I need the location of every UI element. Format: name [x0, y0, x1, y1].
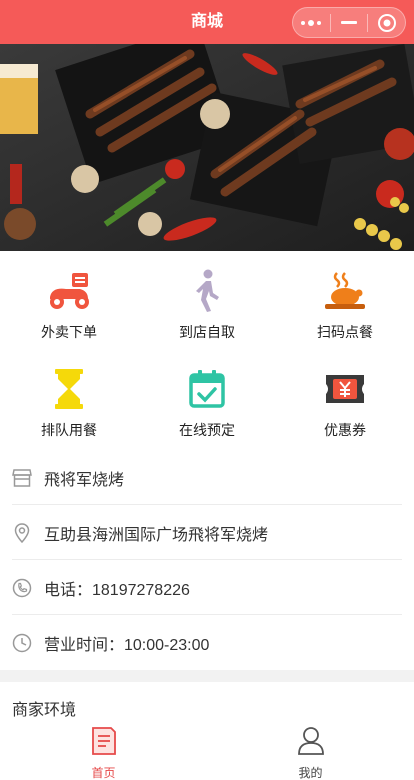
phone-icon: [12, 578, 32, 598]
service-scan-order[interactable]: 扫码点餐: [276, 251, 414, 349]
service-label: 排队用餐: [41, 422, 97, 438]
store-address-row[interactable]: 互助县海洲国际广场飛将军烧烤: [0, 505, 414, 560]
hourglass-icon: [45, 365, 93, 413]
store-hours-row: 营业时间：10:00-23:00: [0, 615, 414, 670]
store-name: 飛将军烧烤: [44, 471, 125, 489]
service-reserve[interactable]: 在线预定: [138, 349, 276, 447]
location-pin-icon: [12, 522, 32, 543]
more-dots-icon[interactable]: [293, 8, 330, 37]
service-coupon[interactable]: 优惠券: [276, 349, 414, 447]
delivery-scooter-icon: [45, 267, 93, 315]
store-hours: 营业时间：10:00-23:00: [44, 636, 210, 654]
service-pickup[interactable]: 到店自取: [138, 251, 276, 349]
bottom-tab-bar: 首页 我的: [0, 720, 414, 780]
service-label: 扫码点餐: [317, 324, 373, 340]
coupon-yen-icon: [321, 365, 369, 413]
calendar-check-icon: [183, 365, 231, 413]
service-label: 外卖下单: [41, 324, 97, 340]
service-delivery[interactable]: 外卖下单: [0, 251, 138, 349]
store-phone: 电话：18197278226: [44, 581, 190, 599]
roast-chicken-icon: [321, 267, 369, 315]
clock-icon: [12, 633, 32, 653]
home-document-icon: [90, 726, 118, 761]
banner-image[interactable]: [0, 44, 414, 251]
environment-section-title: 商家环境: [12, 702, 77, 719]
mini-program-capsule: [292, 7, 406, 38]
service-label: 到店自取: [179, 324, 235, 340]
service-label: 优惠券: [324, 422, 366, 438]
service-grid: 外卖下单 到店自取 扫码点餐 排队用餐 在线预定 优惠券: [0, 251, 414, 448]
shop-icon: [12, 468, 32, 488]
walking-person-icon: [183, 267, 231, 315]
minimize-icon[interactable]: [331, 8, 368, 37]
store-phone-row[interactable]: 电话：18197278226: [0, 560, 414, 615]
tab-label: 首页: [91, 766, 116, 780]
target-close-icon[interactable]: [368, 8, 405, 37]
store-address: 互助县海洲国际广场飛将军烧烤: [44, 526, 269, 544]
user-profile-icon: [297, 726, 325, 761]
tab-label: 我的: [298, 766, 323, 780]
tab-mine[interactable]: 我的: [207, 720, 414, 780]
service-label: 在线预定: [179, 422, 235, 438]
section-divider: [0, 670, 414, 682]
top-navbar: 商城: [0, 0, 414, 44]
tab-home[interactable]: 首页: [0, 720, 207, 780]
service-queue[interactable]: 排队用餐: [0, 349, 138, 447]
store-name-row: 飛将军烧烤: [0, 450, 414, 505]
